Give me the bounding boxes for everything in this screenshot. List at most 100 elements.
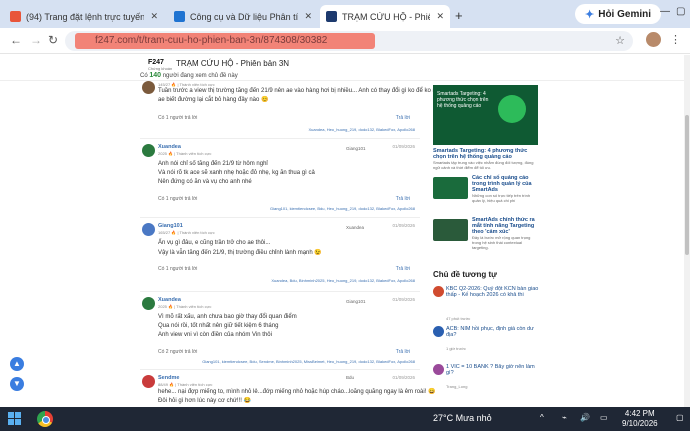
- post-author-name[interactable]: Giang101: [158, 223, 183, 229]
- ad-item-title[interactable]: SmartAds chính thức ra mắt tính năng Tar…: [472, 217, 538, 235]
- volume-icon[interactable]: 🔊: [580, 413, 590, 422]
- related-topic-avatar: [433, 364, 444, 375]
- windows-start-icon[interactable]: [8, 412, 22, 426]
- notification-icon[interactable]: ▢: [676, 413, 684, 422]
- forward-icon[interactable]: →: [30, 33, 42, 47]
- back-icon[interactable]: ←: [10, 33, 22, 47]
- post-likers[interactable]: Xuandea, Bdu, Binhminh2025, Heo_huong_21…: [271, 278, 415, 283]
- maximize-icon[interactable]: ▢: [676, 6, 685, 17]
- post-avatar[interactable]: [142, 297, 155, 310]
- post-text-line: Ấn vụ gì đâu, e cũng trần trở cho ae thô…: [158, 240, 271, 246]
- tab-close-icon[interactable]: ✕: [150, 11, 158, 22]
- post-date: 01/09/2026: [392, 375, 415, 380]
- network-icon[interactable]: ⌁: [562, 413, 567, 422]
- address-bar-text: f247.com/t/tram-cuu-ho-phien-ban-3n/8743…: [95, 35, 328, 46]
- post-4: Xuandea 2025 🔥 | Thành viên tích cực Gia…: [140, 291, 420, 366]
- page-content: F247 Chứng khoán TRẠM CỨU HỘ - Phiên bản…: [0, 55, 690, 408]
- sidebar-ad-item-1[interactable]: Các chỉ số quảng cáo trong trình quản lý…: [433, 175, 538, 211]
- ad-graphic-icon: [498, 95, 526, 123]
- tab-close-icon[interactable]: ✕: [304, 11, 312, 22]
- taskbar-clock[interactable]: 4:42 PM 9/10/2026: [622, 409, 658, 429]
- ad-title[interactable]: Smartads Targeting: 4 phương thức chọn t…: [433, 148, 538, 160]
- ad-desc: Smartads tập trung vào việc nhắm đúng đố…: [433, 160, 534, 170]
- minimize-icon[interactable]: —: [660, 6, 670, 17]
- post-reply-button[interactable]: Trả lời: [396, 266, 410, 272]
- sidebar-ad-banner[interactable]: Smartads Targeting: 4 phương thức chọn t…: [433, 85, 538, 145]
- post-likers[interactable]: Giang101, kiemtiendcsee, Bdu, Sendme, Bi…: [202, 359, 415, 364]
- related-topic-title[interactable]: 1 VIC = 10 BANK ? Bây giờ nên làm gì?: [446, 364, 543, 376]
- site-logo[interactable]: F247 Chứng khoán: [148, 59, 172, 71]
- related-topic-sub: Trang_Long: [446, 384, 468, 389]
- post-avatar[interactable]: [142, 223, 155, 236]
- gemini-button[interactable]: ✦ Hỏi Gemini: [575, 4, 662, 24]
- browser-tab-2[interactable]: Công cụ và Dữ liệu Phân tích kỹ ✕: [168, 5, 318, 28]
- post-avatar[interactable]: [142, 375, 155, 388]
- post-reply-button[interactable]: Trả lời: [396, 196, 410, 202]
- post-replies-count[interactable]: Có 2 người trả lời: [158, 349, 197, 355]
- post-quote-author[interactable]: Giang101: [346, 299, 366, 304]
- post-text-line: Và nói rõ tk ace sẽ xanh nhẹ hoặc đỏ nhẹ…: [158, 170, 315, 176]
- ad-thumbnail: [433, 177, 468, 199]
- tab-favicon-icon: [10, 11, 21, 22]
- related-topic-title[interactable]: ACB: NIM hồi phục, định giá còn dư địa?: [446, 326, 543, 338]
- related-topic-item[interactable]: KBC Q2-2026: Quý đột KCN bàn giao thấp -…: [433, 286, 543, 326]
- post-replies-count[interactable]: Có 1 người trả lời: [158, 266, 197, 272]
- weather-widget[interactable]: 27°C Mưa nhỏ: [433, 413, 492, 423]
- tab-title: (94) Trang đặt lệnh trực tuyến E: [26, 11, 145, 22]
- related-topic-avatar: [433, 286, 444, 297]
- ad-thumbnail: [433, 219, 468, 241]
- post-author-name[interactable]: Sendme: [158, 375, 179, 381]
- related-topics: Chủ đề tương tự KBC Q2-2026: Quý đột KCN…: [433, 270, 543, 389]
- post-date: 01/09/2026: [392, 223, 415, 228]
- post-text-line: Đôi hỏi gì hơn lúc này cơ chứ!!! 😂: [158, 398, 252, 404]
- bookmark-star-icon[interactable]: ☆: [615, 34, 625, 47]
- post-reply-button[interactable]: Trả lời: [396, 115, 410, 121]
- post-text-line: Vì mõ rất xấu, anh chưa bao giờ thay đổi…: [158, 314, 297, 320]
- scrollbar-thumb[interactable]: [685, 115, 689, 255]
- windows-taskbar: 27°C Mưa nhỏ ^ ⌁ 🔊 ▭ 4:42 PM 9/10/2026 ▢: [0, 407, 690, 431]
- post-author-name[interactable]: Xuandea: [158, 144, 181, 150]
- tray-chevron-icon[interactable]: ^: [540, 413, 544, 422]
- tab-title: Công cụ và Dữ liệu Phân tích kỹ: [190, 11, 299, 22]
- post-replies-count[interactable]: Có 1 người trả lời: [158, 115, 197, 121]
- related-topic-sub: 47 phút trước: [446, 316, 471, 321]
- post-author-name[interactable]: Xuandea: [158, 297, 181, 303]
- browser-tab-3-active[interactable]: TRẠM CỨU HỘ - Phiên bản 3N ✕: [320, 5, 450, 28]
- browser-menu-icon[interactable]: ⋮: [670, 33, 681, 46]
- post-likers[interactable]: Giang101, kiemtiendcsee, Bdu, Heo_huong_…: [270, 206, 415, 211]
- profile-avatar[interactable]: [646, 32, 661, 47]
- tab-close-icon[interactable]: ✕: [436, 11, 444, 22]
- gemini-spark-icon: ✦: [585, 8, 595, 21]
- new-tab-icon[interactable]: +: [455, 8, 463, 23]
- battery-icon[interactable]: ▭: [600, 413, 608, 422]
- post-quote-author[interactable]: Xuandea: [346, 225, 364, 230]
- related-topic-item[interactable]: 1 VIC = 10 BANK ? Bây giờ nên làm gì? Tr…: [433, 364, 543, 394]
- post-reply-button[interactable]: Trả lời: [396, 349, 410, 355]
- scroll-down-button[interactable]: ▼: [10, 377, 24, 391]
- related-topic-title[interactable]: KBC Q2-2026: Quý đột KCN bàn giao thấp -…: [446, 286, 543, 298]
- post-likers[interactable]: Xuandea, Heo_huong_219, dodo132, BlakedF…: [308, 127, 415, 132]
- ad-item-title[interactable]: Các chỉ số quảng cáo trong trình quản lý…: [472, 175, 538, 193]
- post-avatar[interactable]: [142, 144, 155, 157]
- topic-title[interactable]: TRẠM CỨU HỘ - Phiên bản 3N: [176, 59, 289, 68]
- logo-text: F247: [148, 59, 164, 66]
- post-quote-author[interactable]: Giang101: [346, 146, 366, 151]
- address-bar[interactable]: f247.com/t/tram-cuu-ho-phien-ban-3n/8743…: [65, 31, 633, 51]
- sidebar-ad-item-2[interactable]: SmartAds chính thức ra mắt tính năng Tar…: [433, 217, 538, 257]
- page-scrollbar[interactable]: [684, 55, 690, 408]
- scroll-up-button[interactable]: ▲: [10, 357, 24, 371]
- post-1: 145/27 🔥 | Thành viên tích cực Tuần trướ…: [140, 77, 442, 137]
- related-topic-item[interactable]: ACB: NIM hồi phục, định giá còn dư địa? …: [433, 326, 543, 356]
- chrome-taskbar-icon[interactable]: [37, 411, 53, 427]
- reload-icon[interactable]: ↻: [48, 33, 58, 47]
- post-2: Xuandea 2025 🔥 | Thành viên tích cực Gia…: [140, 138, 420, 213]
- clock-time: 4:42 PM: [624, 409, 655, 418]
- sidebar-ad-text[interactable]: Smartads Targeting: 4 phương thức chọn t…: [433, 148, 538, 170]
- post-replies-count[interactable]: Có 1 người trả lời: [158, 196, 197, 202]
- browser-tab-1[interactable]: (94) Trang đặt lệnh trực tuyến E ✕: [4, 5, 164, 28]
- post-quote-author[interactable]: Bdu: [346, 375, 354, 380]
- tab-favicon-icon: [326, 11, 337, 22]
- related-topic-sub: 1 giờ trước: [446, 346, 466, 351]
- post-text-line: Tuần trước a view thị trường tăng đến 21…: [158, 88, 443, 94]
- post-avatar[interactable]: [142, 81, 155, 94]
